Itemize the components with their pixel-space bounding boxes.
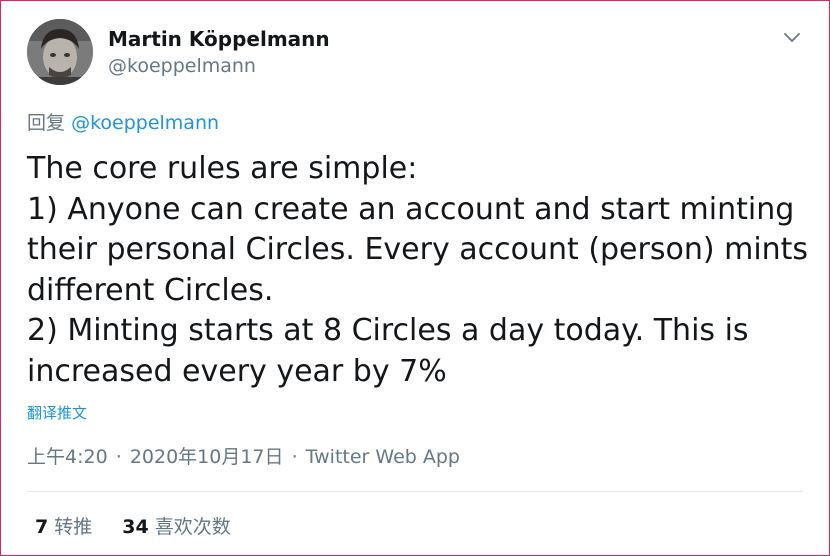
meta-separator: · <box>115 446 122 468</box>
retweets-count: 7 <box>35 516 49 538</box>
likes-label: 喜欢次数 <box>154 516 231 538</box>
tweet-time[interactable]: 上午4:20 <box>27 446 108 468</box>
retweets-label: 转推 <box>54 516 93 538</box>
avatar[interactable] <box>27 19 93 85</box>
tweet-text-line: their personal Circles. Every account (p… <box>27 232 809 267</box>
tweet-meta: 上午4:20 · 2020年10月17日 · Twitter Web App <box>27 444 460 470</box>
tweet-stats: 7 转推 34 喜欢次数 <box>35 514 255 540</box>
tweet-source[interactable]: Twitter Web App <box>306 446 460 468</box>
author-handle[interactable]: @koeppelmann <box>108 54 256 78</box>
tweet-text-line: 2) Minting starts at 8 Circles a day tod… <box>27 313 749 348</box>
retweets-stat[interactable]: 7 转推 <box>35 514 92 540</box>
divider <box>27 491 803 492</box>
tweet-text: The core rules are simple: 1) Anyone can… <box>27 149 817 392</box>
tweet-text-line: increased every year by 7% <box>27 353 447 389</box>
likes-stat[interactable]: 34 喜欢次数 <box>122 514 230 540</box>
likes-count: 34 <box>122 516 149 538</box>
author-name[interactable]: Martin Köppelmann <box>108 26 330 52</box>
avatar-image <box>27 19 93 85</box>
replying-prefix: 回复 <box>27 112 66 134</box>
reply-mention-link[interactable]: @koeppelmann <box>71 112 219 134</box>
chevron-down-icon[interactable] <box>781 26 803 48</box>
tweet-date[interactable]: 2020年10月17日 <box>130 446 284 468</box>
meta-separator: · <box>291 446 298 468</box>
tweet-text-line: different Circles. <box>27 272 274 308</box>
tweet-card: Martin Köppelmann @koeppelmann 回复 @koepp… <box>0 0 830 556</box>
translate-tweet-link[interactable]: 翻译推文 <box>27 402 87 424</box>
tweet-text-line: 1) Anyone can create an account and star… <box>27 191 795 227</box>
tweet-text-line: The core rules are simple: <box>27 151 418 186</box>
replying-to: 回复 @koeppelmann <box>27 110 219 136</box>
